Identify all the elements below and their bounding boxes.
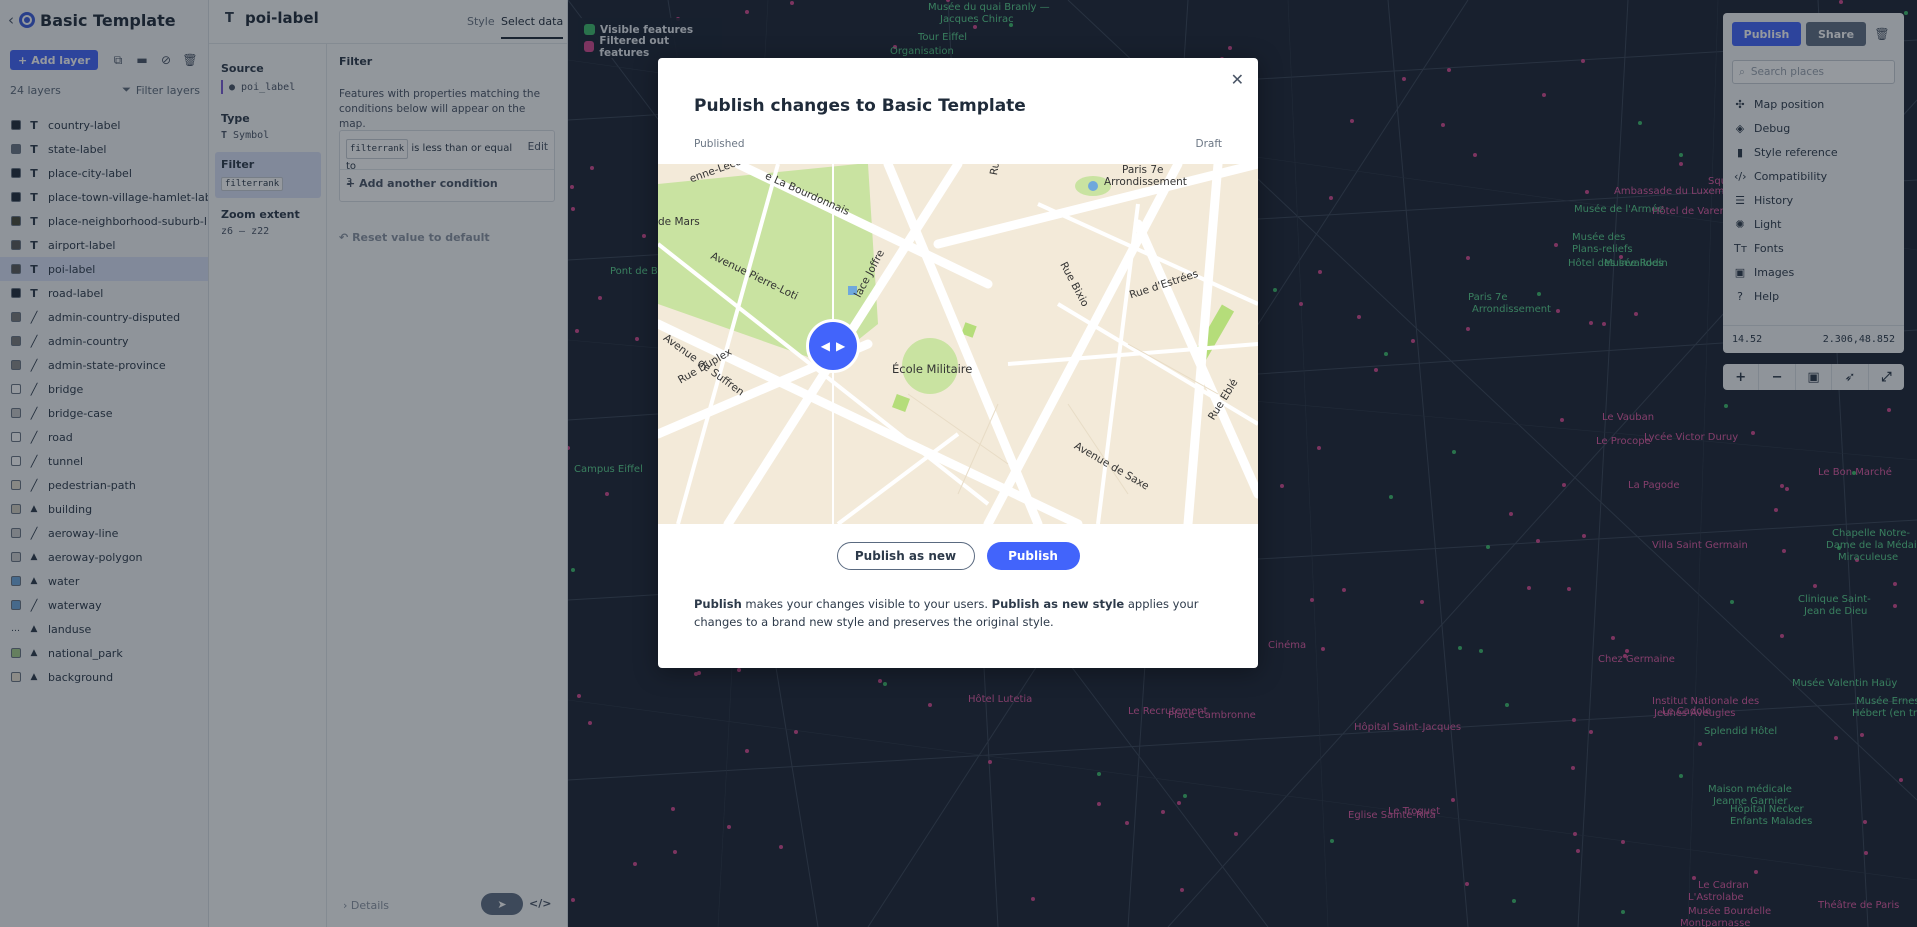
compare-map[interactable]: Paris 7e Arrondissement enne-Lecourveur e L…: [658, 164, 1258, 524]
note-bold-publish-new: Publish as new style: [991, 597, 1125, 611]
modal-publish-button[interactable]: Publish: [986, 542, 1080, 570]
compare-map-label: École Militaire: [892, 362, 973, 376]
app-window: ‹ Basic Template + Add layer ⧉ ▬ ⊘ 🗑 24 …: [0, 0, 1917, 927]
arrow-right-icon: ▶: [836, 339, 846, 353]
published-label: Published: [694, 138, 745, 150]
compare-map-label: Paris 7e: [1122, 164, 1164, 176]
compare-map-label: Arrondissement: [1104, 176, 1187, 188]
publish-note: Publish makes your changes visible to yo…: [694, 595, 1224, 631]
note-text-1: makes your changes visible to your users…: [741, 597, 992, 611]
note-bold-publish: Publish: [694, 597, 742, 611]
compare-slider-handle[interactable]: ◀ ▶: [806, 319, 860, 373]
arrow-left-icon: ◀: [820, 339, 830, 353]
compare-map-label: de Mars: [658, 216, 700, 228]
publish-as-new-button[interactable]: Publish as new: [836, 542, 975, 570]
publish-modal: ✕ Publish changes to Basic Template Publ…: [658, 58, 1258, 668]
compare-map-streets: [658, 164, 1258, 524]
modal-actions: Publish as new Publish: [658, 542, 1258, 570]
modal-title: Publish changes to Basic Template: [694, 96, 1026, 116]
close-icon[interactable]: ✕: [1231, 70, 1244, 89]
draft-label: Draft: [1195, 138, 1222, 150]
